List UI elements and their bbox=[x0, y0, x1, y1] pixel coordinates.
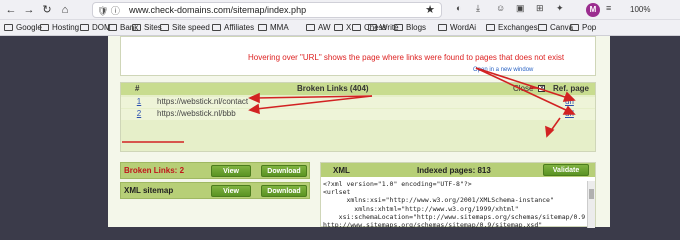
broken-links-table: # Broken Links (404) Close ✕ Ref. page 1… bbox=[120, 82, 596, 152]
download-sitemap-button[interactable]: Download bbox=[261, 185, 307, 197]
reload-icon[interactable]: ↻ bbox=[40, 3, 54, 17]
bookmark-label: WordAi bbox=[450, 23, 477, 32]
avatar[interactable]: M bbox=[586, 3, 600, 17]
pocket-icon[interactable]: ◐ bbox=[456, 3, 461, 13]
folder-icon bbox=[538, 24, 547, 31]
folder-icon bbox=[438, 24, 447, 31]
results-panel: Broken Links: 2 View Download XML sitema… bbox=[120, 162, 310, 202]
translate-icon[interactable]: ⊞ bbox=[536, 3, 544, 14]
table-row: 1 https://webstick.nl/contact url bbox=[121, 97, 595, 108]
bookmark-google[interactable]: Google bbox=[4, 23, 42, 32]
xml-panel-header: XML Indexed pages: 813 Validate bbox=[321, 163, 595, 177]
folder-icon bbox=[132, 24, 141, 31]
url-text[interactable]: www.check-domains.com/sitemap/index.php bbox=[129, 5, 306, 15]
indexed-pages: Indexed pages: 813 bbox=[417, 166, 491, 175]
info-box: Hovering over "URL" shows the page where… bbox=[120, 36, 596, 76]
bookmark-label: AW bbox=[318, 23, 331, 32]
bookmark-hosting[interactable]: Hosting bbox=[40, 23, 79, 32]
bookmark-canva[interactable]: Canva bbox=[538, 23, 573, 32]
folder-icon bbox=[486, 24, 495, 31]
folder-icon bbox=[212, 24, 221, 31]
bookmark-label: Site speed bbox=[172, 23, 210, 32]
bookmark-label: Pop bbox=[582, 23, 597, 32]
folder-icon bbox=[4, 24, 13, 31]
bookmark-mma[interactable]: MMA bbox=[258, 23, 289, 32]
bookmark-label: Exchanges bbox=[498, 23, 538, 32]
view-sitemap-button[interactable]: View bbox=[211, 185, 251, 197]
hover-note: Hovering over "URL" shows the page where… bbox=[248, 53, 565, 62]
forward-icon[interactable]: → bbox=[22, 3, 36, 17]
broken-links-row: Broken Links: 2 View Download bbox=[120, 162, 310, 179]
col-num: # bbox=[135, 84, 140, 93]
scrollbar[interactable] bbox=[587, 181, 595, 228]
xml-sitemap-row: XML sitemap View Download bbox=[120, 182, 310, 199]
folder-icon bbox=[306, 24, 315, 31]
bookmark-sites[interactable]: Sites bbox=[132, 23, 162, 32]
page-info-icon[interactable]: 🛡 ⓘ bbox=[97, 4, 120, 17]
xml-panel: XML Indexed pages: 813 Validate <?xml ve… bbox=[320, 162, 596, 228]
row-number-link[interactable]: 2 bbox=[133, 109, 145, 118]
address-bar[interactable]: 🛡 ⓘ www.check-domains.com/sitemap/index.… bbox=[92, 2, 442, 18]
bookmark-label: Affiliates bbox=[224, 23, 255, 32]
xml-label: XML bbox=[333, 166, 350, 175]
folder-icon bbox=[108, 24, 117, 31]
table-row: 2 https://webstick.nl/bbb url bbox=[121, 109, 595, 120]
folder-icon bbox=[334, 24, 343, 31]
col-broken-links: Broken Links (404) bbox=[297, 84, 369, 93]
bookmark-label: Google bbox=[16, 23, 42, 32]
bookmark-blogs[interactable]: Blogs bbox=[394, 23, 426, 32]
puzzle-icon[interactable]: ✦ bbox=[556, 3, 564, 14]
folder-icon bbox=[258, 24, 267, 31]
bookmark-pop[interactable]: Pop bbox=[570, 23, 596, 32]
folder-icon bbox=[80, 24, 89, 31]
bookmark-exchanges[interactable]: Exchanges bbox=[486, 23, 538, 32]
bookmark-dom[interactable]: DOM bbox=[80, 23, 111, 32]
account-icon[interactable]: ☺ bbox=[496, 3, 505, 13]
page-content: Hovering over "URL" shows the page where… bbox=[108, 36, 610, 228]
col-ref-page: Ref. page bbox=[553, 84, 590, 93]
bookmark-site-speed[interactable]: Site speed bbox=[160, 23, 210, 32]
download-icon[interactable]: ⤓ bbox=[476, 3, 480, 14]
back-icon[interactable]: ← bbox=[4, 3, 18, 17]
broken-url: https://webstick.nl/bbb bbox=[157, 109, 236, 118]
bookmark-label: Hosting bbox=[52, 23, 80, 32]
folder-icon bbox=[352, 24, 361, 31]
home-icon[interactable]: ⌂ bbox=[58, 3, 72, 17]
bookmark-label: Blogs bbox=[406, 23, 427, 32]
zoom-level[interactable]: 100% bbox=[630, 5, 650, 14]
extension-icon[interactable]: ▣ bbox=[516, 3, 525, 14]
validate-button[interactable]: Validate bbox=[543, 164, 589, 176]
close-checkbox[interactable]: ✕ bbox=[538, 85, 545, 92]
open-new-window-link[interactable]: Open in a new window bbox=[473, 67, 533, 73]
bookmark-x[interactable]: X bbox=[334, 23, 351, 32]
folder-icon bbox=[394, 24, 403, 31]
row-number-link[interactable]: 1 bbox=[133, 97, 145, 106]
table-header: # Broken Links (404) Close ✕ Ref. page bbox=[121, 83, 595, 95]
browser-toolbar: ← → ↻ ⌂ 🛡 ⓘ www.check-domains.com/sitema… bbox=[0, 0, 680, 20]
download-broken-button[interactable]: Download bbox=[261, 165, 307, 177]
folder-icon bbox=[368, 24, 377, 31]
bookmarks-bar: Google Hosting DOM Bank Sites Site speed Affil… bbox=[0, 20, 680, 36]
bookmark-wordai[interactable]: WordAi bbox=[438, 23, 476, 32]
broken-links-count: Broken Links: 2 bbox=[124, 166, 185, 175]
folder-icon bbox=[40, 24, 49, 31]
ref-url-link[interactable]: url bbox=[565, 109, 574, 118]
scrollbar-thumb[interactable] bbox=[589, 189, 594, 199]
bookmark-aw[interactable]: AW bbox=[306, 23, 331, 32]
bookmark-affiliates[interactable]: Affiliates bbox=[212, 23, 254, 32]
ref-url-link[interactable]: url bbox=[565, 97, 574, 106]
bookmark-star-icon[interactable]: ★ bbox=[425, 3, 435, 16]
bookmark-label: MMA bbox=[270, 23, 289, 32]
menu-icon[interactable]: ≡ bbox=[606, 3, 611, 13]
folder-icon bbox=[160, 24, 169, 31]
broken-url: https://webstick.nl/contact bbox=[157, 97, 249, 106]
xml-code-textarea[interactable]: <?xml version="1.0" encoding="UTF-8"?> <… bbox=[323, 180, 585, 228]
folder-icon bbox=[570, 24, 579, 31]
col-close[interactable]: Close bbox=[513, 84, 533, 93]
view-broken-button[interactable]: View bbox=[211, 165, 251, 177]
xml-sitemap-label: XML sitemap bbox=[124, 186, 174, 195]
bookmark-label: X bbox=[346, 23, 352, 32]
